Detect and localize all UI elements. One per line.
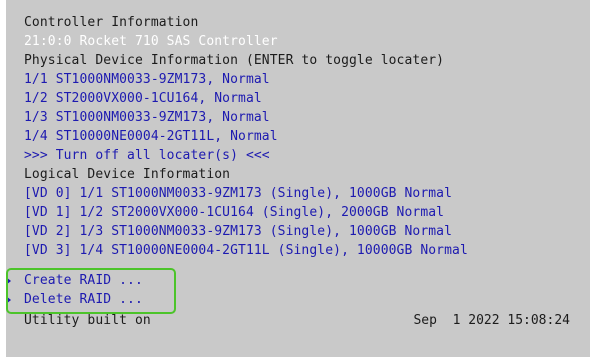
build-timestamp: Sep 1 2022 15:08:24 (413, 313, 570, 328)
logical-device-item[interactable]: [VD 0] 1/1 ST1000NM0033-9ZM173 (Single),… (24, 185, 452, 203)
controller-name-selected[interactable]: 21:0:0 Rocket 710 SAS Controller (24, 33, 278, 51)
logical-device-item[interactable]: [VD 3] 1/4 ST10000NE0004-2GT11L (Single)… (24, 242, 468, 260)
physical-device-item[interactable]: 1/2 ST2000VX000-1CU164, Normal (24, 90, 262, 108)
bios-utility-screen: Controller Information 21:0:0 Rocket 710… (6, 0, 590, 357)
physical-device-item[interactable]: 1/1 ST1000NM0033-9ZM173, Normal (24, 71, 270, 89)
utility-built-label: Utility built on (24, 313, 151, 328)
turn-off-locaters-option[interactable]: >>> Turn off all locater(s) <<< (24, 147, 270, 165)
physical-device-item[interactable]: 1/3 ST1000NM0033-9ZM173, Normal (24, 109, 270, 127)
logical-device-item[interactable]: [VD 2] 1/3 ST1000NM0033-9ZM173 (Single),… (24, 223, 452, 241)
physical-device-item[interactable]: 1/4 ST10000NE0004-2GT11L, Normal (24, 128, 278, 146)
controller-info-heading: Controller Information (24, 15, 199, 30)
logical-device-heading: Logical Device Information (24, 167, 231, 182)
logical-device-item[interactable]: [VD 1] 1/2 ST2000VX000-1CU164 (Single), … (24, 204, 444, 222)
physical-device-heading: Physical Device Information (ENTER to to… (24, 53, 445, 68)
raid-actions-highlight-box (6, 268, 176, 314)
